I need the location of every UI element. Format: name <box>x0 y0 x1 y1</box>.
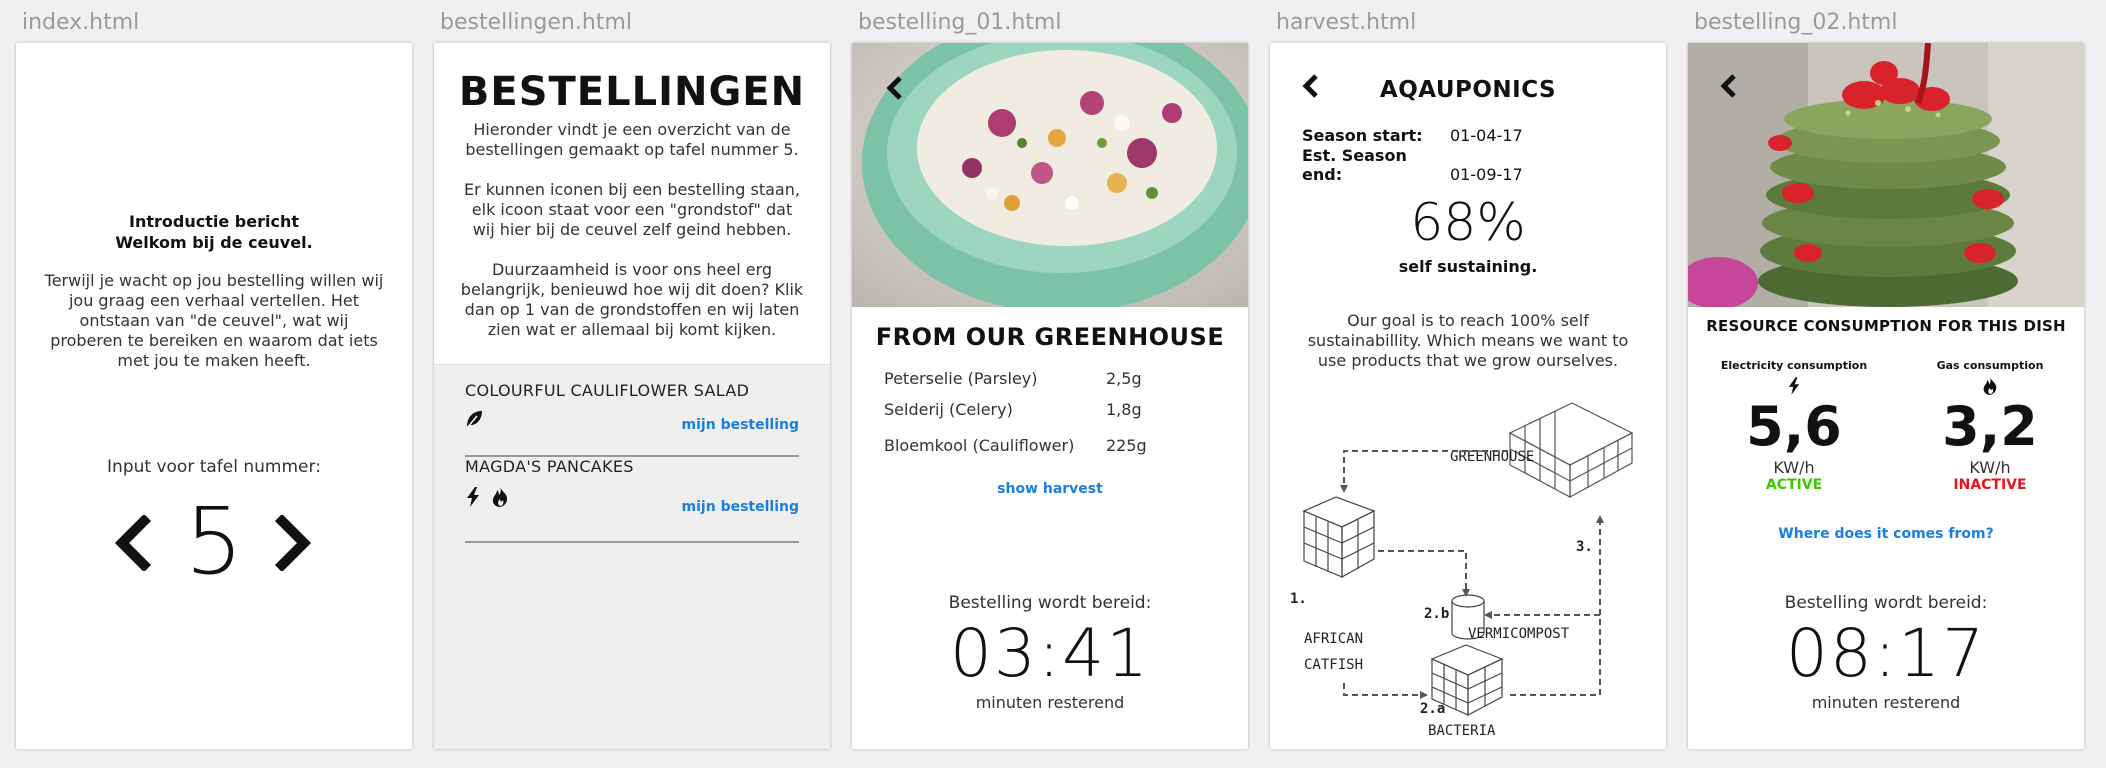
african-label: AFRICAN <box>1304 631 1363 647</box>
flame-icon[interactable] <box>491 487 509 507</box>
remaining-label: minuten resterend <box>975 693 1125 712</box>
resource-value: 5,6 <box>1746 395 1842 458</box>
table-input-label: Input voor tafel nummer: <box>107 457 321 477</box>
season-start-label: Season start: <box>1302 126 1423 145</box>
resource-value: 3,2 <box>1942 395 2038 458</box>
countdown-timer: 08:17 <box>1785 615 1987 692</box>
season-end-label: Est. Season end: <box>1302 146 1407 184</box>
prep-status-label: Bestelling wordt bereid: <box>1784 593 1988 613</box>
order-icons <box>465 409 483 429</box>
resource-label: Electricity consumption <box>1720 359 1868 372</box>
step-1-label: 1. <box>1290 591 1307 607</box>
intro-paragraph-3: Duurzaamheid is voor ons heel erg belang… <box>460 260 804 339</box>
ingredient-name: Selderij (Celery) <box>884 400 1013 419</box>
lightning-icon <box>1788 377 1800 395</box>
ingredient-row: Peterselie (Parsley) 2,5g <box>884 369 1204 388</box>
resource-heading: RESOURCE CONSUMPTION FOR THIS DISH <box>1706 317 2066 335</box>
order-icons <box>465 487 509 507</box>
leaf-icon[interactable] <box>465 409 483 429</box>
bestellingen-intro: BESTELLINGEN Hieronder vindt je een over… <box>434 43 830 365</box>
harvest-screen: AQAUPONICS Season start: 01-04-17 Est. Se… <box>1270 43 1666 749</box>
bestelling-02-screen: RESOURCE CONSUMPTION FOR THIS DISH Elect… <box>1688 43 2084 749</box>
fish-tank-icon <box>1302 496 1376 579</box>
flame-icon <box>1983 377 1997 395</box>
catfish-label: CATFISH <box>1304 657 1363 673</box>
intro-body: Terwijl je wacht op jou bestelling wille… <box>44 271 384 370</box>
bestelling-01-screen: FROM OUR GREENHOUSE Peterselie (Parsley)… <box>852 43 1248 749</box>
file-label-bestelling-02: bestelling_02.html <box>1694 10 1898 35</box>
file-label-harvest: harvest.html <box>1276 10 1417 35</box>
back-chevron-icon[interactable] <box>1718 73 1740 99</box>
file-label-bestelling-01: bestelling_01.html <box>858 10 1062 35</box>
table-number-stepper[interactable]: 5 <box>16 487 412 597</box>
sustain-label: self sustaining. <box>1398 257 1538 276</box>
lightning-icon[interactable] <box>465 487 481 507</box>
order-list: COLOURFUL CAULIFLOWER SALAD mijn bestell… <box>434 365 830 749</box>
sustain-percentage: 68% <box>1410 193 1526 253</box>
step-2b-label: 2.b <box>1424 606 1449 622</box>
ingredient-amount: 1,8g <box>1106 400 1142 419</box>
where-from-link[interactable]: Where does it comes from? <box>1688 526 2084 542</box>
file-label-index: index.html <box>22 10 140 35</box>
aquaponics-heading: AQAUPONICS <box>1379 77 1557 103</box>
chevron-right-icon[interactable] <box>274 515 314 571</box>
ingredient-name: Peterselie (Parsley) <box>884 369 1038 388</box>
my-order-link[interactable]: mijn bestelling <box>682 417 799 433</box>
order-item: MAGDA'S PANCAKES mijn bestelling <box>465 457 799 543</box>
index-screen: Introductie bericht Welkom bij de ceuvel… <box>16 43 412 749</box>
order-item: COLOURFUL CAULIFLOWER SALAD mijn bestell… <box>465 381 799 457</box>
season-start: Season start: 01-04-17 <box>1302 126 1523 145</box>
countdown-timer: 03:41 <box>949 615 1151 692</box>
flow-arrows <box>1343 450 1601 696</box>
table-number-value: 5 <box>184 488 244 595</box>
greenhouse-heading: FROM OUR GREENHOUSE <box>875 323 1225 351</box>
ingredient-row: Bloemkool (Cauliflower) 225g <box>884 436 1204 455</box>
ingredient-amount: 225g <box>1106 436 1147 455</box>
pancakes-photo <box>1688 43 2084 307</box>
resource-status: INACTIVE <box>1953 477 2027 493</box>
season-start-value: 01-04-17 <box>1450 126 1523 145</box>
ingredient-row: Selderij (Celery) 1,8g <box>884 400 1204 419</box>
show-harvest-link[interactable]: show harvest <box>852 481 1248 497</box>
intro-title-line-2: Welkom bij de ceuvel. <box>115 233 313 252</box>
intro-title: Introductie bericht Welkom bij de ceuvel… <box>16 211 412 253</box>
season-end-value: 01-09-17 <box>1450 165 1523 184</box>
step-2a-label: 2.a <box>1420 701 1445 717</box>
file-label-bestellingen: bestellingen.html <box>440 10 632 35</box>
ingredient-amount: 2,5g <box>1106 369 1142 388</box>
back-chevron-icon[interactable] <box>884 75 906 101</box>
season-end: Est. Season end: 01-09-17 <box>1302 146 1523 184</box>
prep-status-label: Bestelling wordt bereid: <box>948 593 1152 613</box>
ingredient-name: Bloemkool (Cauliflower) <box>884 436 1075 455</box>
resource-unit: KW/h <box>1773 458 1815 477</box>
intro-paragraph-1: Hieronder vindt je een overzicht van de … <box>465 120 799 159</box>
gas-resource: Gas consumption 3,2 KW/h INACTIVE <box>1900 359 2080 493</box>
salad-photo <box>852 43 1248 307</box>
order-name: MAGDA'S PANCAKES <box>465 457 634 476</box>
page-title: BESTELLINGEN <box>458 69 806 115</box>
electricity-resource: Electricity consumption 5,6 KW/h ACTIVE <box>1704 359 1884 493</box>
bacteria-label: BACTERIA <box>1428 723 1496 739</box>
goal-text: Our goal is to reach 100% self sustainab… <box>1307 311 1629 370</box>
resource-status: ACTIVE <box>1765 477 1823 493</box>
intro-paragraph-2: Er kunnen iconen bij een bestelling staa… <box>464 180 800 239</box>
remaining-label: minuten resterend <box>1811 693 1961 712</box>
vermicompost-label: VERMICOMPOST <box>1468 626 1570 642</box>
my-order-link[interactable]: mijn bestelling <box>682 499 799 515</box>
aquaponics-diagram: GREENHOUSE 3. 1. AFRICAN CATFISH 2.b VER… <box>1290 402 1634 739</box>
intro-title-line-1: Introductie bericht <box>129 212 299 231</box>
resource-unit: KW/h <box>1969 458 2011 477</box>
resource-label: Gas consumption <box>1936 359 2044 372</box>
bestellingen-screen: BESTELLINGEN Hieronder vindt je een over… <box>434 43 830 749</box>
chevron-left-icon[interactable] <box>112 515 152 571</box>
order-name: COLOURFUL CAULIFLOWER SALAD <box>465 381 750 400</box>
step-3-label: 3. <box>1576 539 1593 555</box>
